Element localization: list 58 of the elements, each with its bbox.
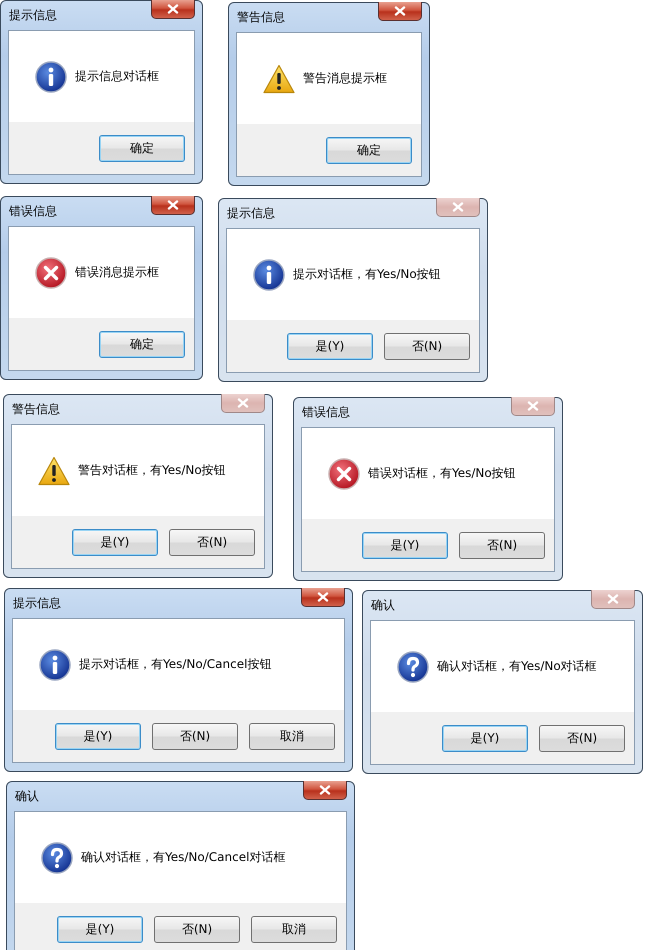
window-title: 错误信息 [301,404,350,421]
dialog-message: 警告对话框，有Yes/No按钮 [78,462,226,479]
info-icon [35,60,67,92]
dialog-button[interactable]: 取消 [249,722,335,750]
window-title: 提示信息 [226,205,275,222]
dialog-button[interactable]: 确定 [99,330,185,358]
close-button[interactable] [378,2,422,21]
info-icon [39,648,71,680]
dialog-button[interactable]: 否(N) [459,532,545,558]
dialog-message: 错误消息提示框 [75,264,159,281]
dialog-message: 确认对话框，有Yes/No对话框 [437,658,597,675]
dialog-button[interactable]: 是(Y) [362,532,448,558]
dialog-button[interactable]: 是(Y) [287,332,373,360]
close-icon [452,202,464,212]
close-icon [167,200,179,210]
window-title: 警告信息 [236,9,285,26]
close-button[interactable] [151,196,195,215]
dialog-message: 提示对话框，有Yes/No按钮 [293,266,441,283]
dialog-message: 错误对话框，有Yes/No按钮 [368,465,516,482]
close-icon [607,594,619,604]
dialog-message: 提示信息对话框 [75,68,159,85]
dialog-button[interactable]: 否(N) [154,916,240,942]
dialog-message: 警告消息提示框 [303,70,387,87]
close-icon [319,785,331,795]
info-icon [253,258,285,290]
close-icon [237,398,249,408]
close-button[interactable] [301,588,345,607]
dialog-message: 提示对话框，有Yes/No/Cancel按钮 [79,656,272,673]
close-button[interactable] [303,781,347,800]
dialog-button[interactable]: 是(Y) [55,722,141,750]
dialog-button[interactable]: 是(Y) [442,724,528,752]
close-icon [527,401,539,411]
window-title: 确认 [14,788,39,805]
warning-icon [263,64,295,94]
dialog-button[interactable]: 确定 [99,134,185,162]
window-title: 提示信息 [12,595,61,612]
window-title: 确认 [370,597,395,614]
dialog-button[interactable]: 否(N) [152,722,238,750]
dialog-button[interactable]: 确定 [326,136,412,164]
error-icon [35,256,67,288]
dialog-message: 确认对话框，有Yes/No/Cancel对话框 [81,849,286,866]
dialog-button[interactable]: 是(Y) [72,528,158,556]
error-icon [328,458,360,490]
dialog-button[interactable]: 取消 [251,916,337,942]
close-icon [317,592,329,602]
window-title: 警告信息 [11,401,60,418]
close-button[interactable] [151,0,195,19]
question-icon [397,650,429,682]
window-title: 提示信息 [8,7,57,24]
dialog-button[interactable]: 否(N) [169,528,255,556]
dialog-button[interactable]: 否(N) [384,332,470,360]
close-icon [167,4,179,14]
close-icon [394,6,406,16]
window-title: 错误信息 [8,203,57,220]
dialog-button[interactable]: 是(Y) [57,916,143,942]
question-icon [41,842,73,874]
dialog-button[interactable]: 否(N) [539,724,625,752]
warning-icon [38,456,70,486]
